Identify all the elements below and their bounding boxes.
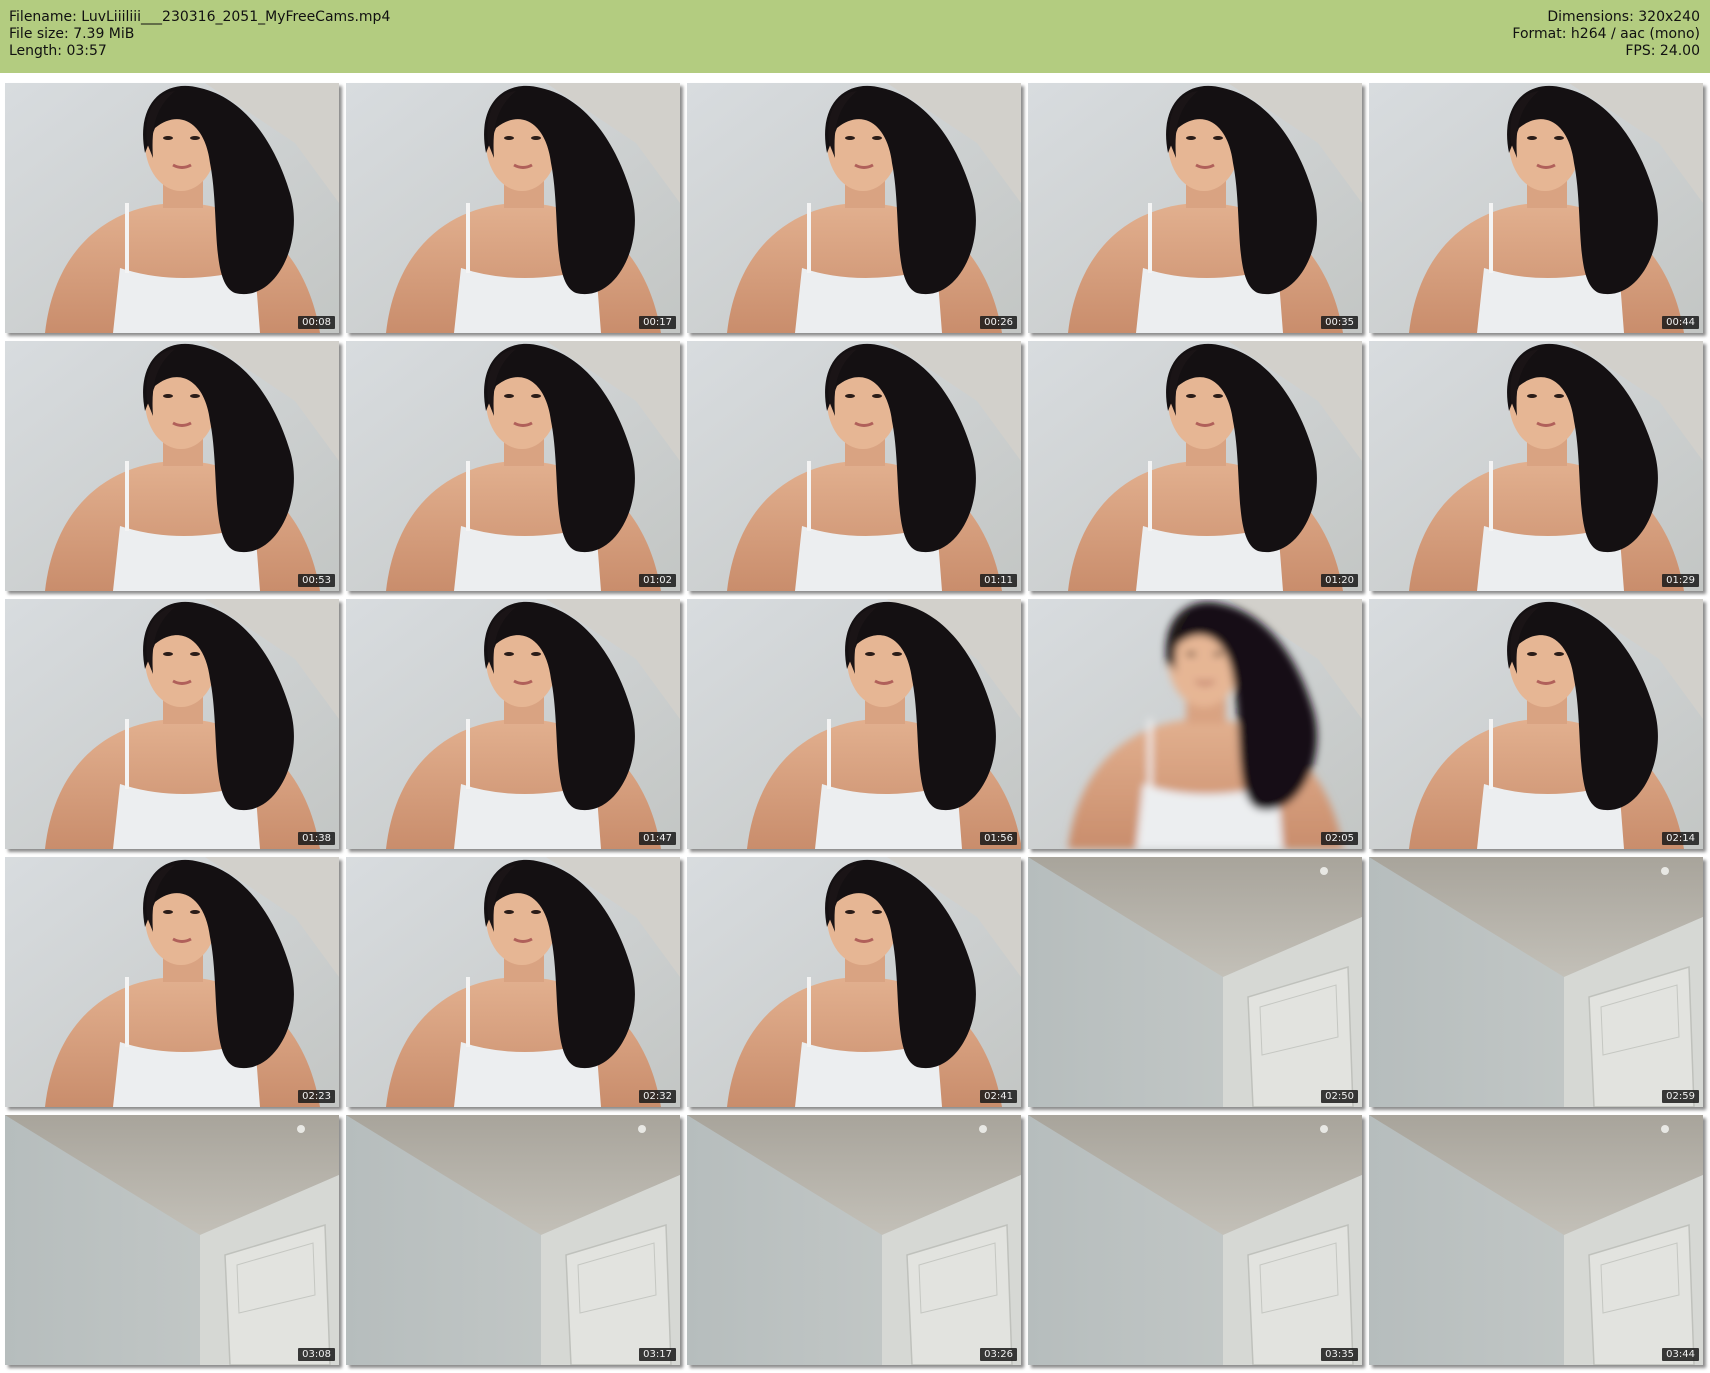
frame-timestamp: 03:26 — [980, 1348, 1017, 1361]
frame-image — [5, 857, 339, 1107]
frame-timestamp: 01:02 — [639, 574, 676, 587]
video-thumbnail: 01:47 — [346, 599, 680, 849]
frame-image — [1369, 857, 1703, 1107]
frame-timestamp: 01:20 — [1321, 574, 1358, 587]
video-thumbnail: 02:05 — [1028, 599, 1362, 849]
video-thumbnail: 03:26 — [687, 1115, 1021, 1365]
frame-timestamp: 00:17 — [639, 316, 676, 329]
frame-timestamp: 02:32 — [639, 1090, 676, 1103]
frame-timestamp: 02:14 — [1662, 832, 1699, 845]
video-thumbnail: 03:17 — [346, 1115, 680, 1365]
video-thumbnail: 00:53 — [5, 341, 339, 591]
frame-timestamp: 03:17 — [639, 1348, 676, 1361]
frame-timestamp: 01:47 — [639, 832, 676, 845]
video-thumbnail: 03:08 — [5, 1115, 339, 1365]
frame-image — [5, 83, 339, 333]
video-thumbnail: 00:17 — [346, 83, 680, 333]
frame-image — [346, 599, 680, 849]
frame-timestamp: 01:56 — [980, 832, 1017, 845]
video-thumbnail: 01:38 — [5, 599, 339, 849]
frame-timestamp: 02:41 — [980, 1090, 1017, 1103]
video-thumbnail: 00:26 — [687, 83, 1021, 333]
video-thumbnail: 00:44 — [1369, 83, 1703, 333]
video-thumbnail: 02:50 — [1028, 857, 1362, 1107]
frame-timestamp: 03:44 — [1662, 1348, 1699, 1361]
frame-timestamp: 00:35 — [1321, 316, 1358, 329]
video-thumbnail: 03:44 — [1369, 1115, 1703, 1365]
video-thumbnail: 00:35 — [1028, 83, 1362, 333]
video-thumbnail: 02:32 — [346, 857, 680, 1107]
video-thumbnail: 00:08 — [5, 83, 339, 333]
video-thumbnail: 02:59 — [1369, 857, 1703, 1107]
frame-image — [1028, 599, 1362, 849]
frame-image — [687, 599, 1021, 849]
frame-image — [1369, 341, 1703, 591]
frame-timestamp: 00:44 — [1662, 316, 1699, 329]
frame-timestamp: 01:38 — [298, 832, 335, 845]
frame-image — [1028, 83, 1362, 333]
frame-timestamp: 02:50 — [1321, 1090, 1358, 1103]
video-thumbnail: 01:02 — [346, 341, 680, 591]
frame-image — [687, 83, 1021, 333]
frame-image — [687, 1115, 1021, 1365]
frame-timestamp: 00:08 — [298, 316, 335, 329]
video-thumbnail: 01:56 — [687, 599, 1021, 849]
frame-image — [687, 341, 1021, 591]
frame-timestamp: 01:11 — [980, 574, 1017, 587]
video-thumbnail: 01:29 — [1369, 341, 1703, 591]
frame-image — [1369, 1115, 1703, 1365]
video-thumbnail: 03:35 — [1028, 1115, 1362, 1365]
frame-image — [346, 341, 680, 591]
frame-image — [1369, 599, 1703, 849]
frame-timestamp: 01:29 — [1662, 574, 1699, 587]
frame-timestamp: 03:08 — [298, 1348, 335, 1361]
frame-timestamp: 00:26 — [980, 316, 1017, 329]
frame-timestamp: 02:23 — [298, 1090, 335, 1103]
frame-image — [1028, 341, 1362, 591]
frame-timestamp: 02:05 — [1321, 832, 1358, 845]
frame-image — [5, 599, 339, 849]
frame-image — [5, 341, 339, 591]
frame-image — [346, 857, 680, 1107]
frame-image — [1028, 1115, 1362, 1365]
frame-image — [346, 83, 680, 333]
video-thumbnail: 02:23 — [5, 857, 339, 1107]
frame-timestamp: 00:53 — [298, 574, 335, 587]
frame-image — [1369, 83, 1703, 333]
frame-image — [346, 1115, 680, 1365]
frame-image — [687, 857, 1021, 1107]
thumbnail-grid: 00:08 00:17 00:26 00:35 00:44 00:53 01:0… — [0, 0, 1710, 1373]
video-thumbnail: 02:14 — [1369, 599, 1703, 849]
video-thumbnail: 01:11 — [687, 341, 1021, 591]
video-thumbnail: 01:20 — [1028, 341, 1362, 591]
frame-timestamp: 03:35 — [1321, 1348, 1358, 1361]
frame-image — [5, 1115, 339, 1365]
video-thumbnail: 02:41 — [687, 857, 1021, 1107]
frame-timestamp: 02:59 — [1662, 1090, 1699, 1103]
frame-image — [1028, 857, 1362, 1107]
